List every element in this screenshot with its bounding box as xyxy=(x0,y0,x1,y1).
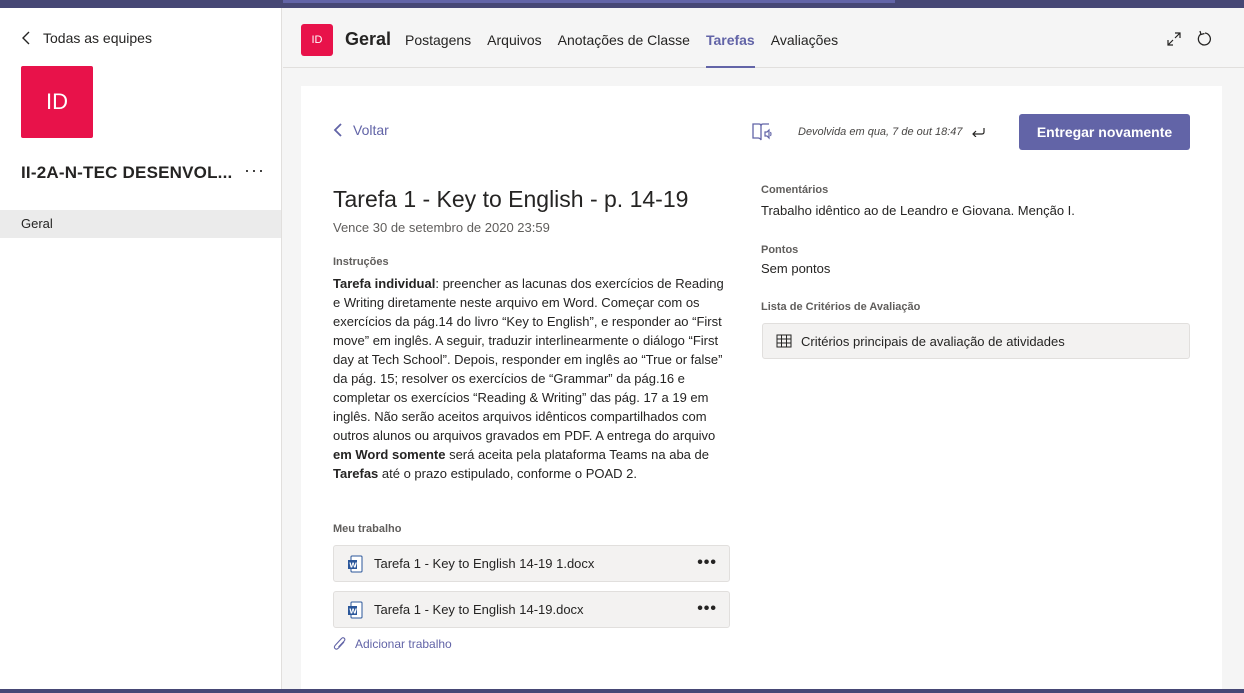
channel-tabs: Postagens Arquivos Anotações de Classe T… xyxy=(405,32,838,68)
file-more-options-button[interactable]: ••• xyxy=(697,600,717,618)
points-label: Pontos xyxy=(761,244,799,256)
refresh-icon[interactable] xyxy=(1196,30,1214,48)
svg-text:W: W xyxy=(349,561,357,569)
add-work-button[interactable]: Adicionar trabalho xyxy=(333,636,452,652)
search-bar[interactable] xyxy=(283,0,895,3)
comments-value: Trabalho idêntico ao de Leandro e Giovan… xyxy=(761,203,1075,218)
immersive-reader-icon[interactable] xyxy=(751,121,773,143)
team-name: II-2A-N-TEC DESENVOL... xyxy=(21,163,233,182)
paperclip-icon xyxy=(333,637,346,650)
rubric-item[interactable]: Critérios principais de avaliação de ati… xyxy=(762,323,1190,359)
chevron-left-icon xyxy=(333,123,342,137)
tab-anotacoes-de-classe[interactable]: Anotações de Classe xyxy=(558,32,690,68)
resubmit-button[interactable]: Entregar novamente xyxy=(1019,114,1190,150)
word-file-icon: W xyxy=(348,555,363,572)
all-teams-link[interactable]: Todas as equipes xyxy=(21,30,152,46)
back-label: Voltar xyxy=(353,122,389,138)
expand-icon[interactable] xyxy=(1165,30,1183,48)
add-work-label: Adicionar trabalho xyxy=(355,637,452,651)
all-teams-label: Todas as equipes xyxy=(43,30,152,46)
attached-file[interactable]: W Tarefa 1 - Key to English 14-19 1.docx… xyxy=(333,545,730,582)
file-name: Tarefa 1 - Key to English 14-19.docx xyxy=(374,602,584,617)
team-sidebar: Todas as equipes ID II-2A-N-TEC DESENVOL… xyxy=(0,8,282,689)
instructions-part2: será aceita pela plataforma Teams na aba… xyxy=(445,447,709,462)
assignment-title: Tarefa 1 - Key to English - p. 14-19 xyxy=(333,186,689,212)
file-more-options-button[interactable]: ••• xyxy=(697,554,717,572)
chevron-left-icon xyxy=(22,31,30,45)
grid-rubric-icon xyxy=(776,334,792,348)
comments-label: Comentários xyxy=(761,184,829,196)
points-value: Sem pontos xyxy=(761,261,831,276)
word-file-icon: W xyxy=(348,601,363,618)
rubric-list-label: Lista de Critérios de Avaliação xyxy=(761,301,921,313)
instructions-text: Tarefa individual: preencher as lacunas … xyxy=(333,274,733,483)
team-more-options-button[interactable]: ··· xyxy=(244,160,265,181)
svg-text:W: W xyxy=(349,607,357,615)
tab-avaliacoes[interactable]: Avaliações xyxy=(771,32,838,68)
my-work-label: Meu trabalho xyxy=(333,523,402,535)
channel-header: ID Geral Postagens Arquivos Anotações de… xyxy=(283,8,1244,68)
rubric-name: Critérios principais de avaliação de ati… xyxy=(801,333,1065,349)
app-top-bar xyxy=(0,0,1244,8)
instructions-bold-tarefas: Tarefas xyxy=(333,466,379,481)
tab-postagens[interactable]: Postagens xyxy=(405,32,471,68)
returned-text: Devolvida em qua, 7 de out 18:47 xyxy=(798,126,963,138)
instructions-bold-word: em Word somente xyxy=(333,447,446,462)
instructions-bold-intro: Tarefa individual xyxy=(333,276,436,291)
returned-status: Devolvida em qua, 7 de out 18:47 xyxy=(798,126,985,138)
assignment-card: Voltar Devolvida em qua, 7 de out 18:47 … xyxy=(301,86,1222,693)
channel-title: Geral xyxy=(345,29,392,49)
tab-arquivos[interactable]: Arquivos xyxy=(487,32,541,68)
team-avatar: ID xyxy=(21,66,93,138)
back-button[interactable]: Voltar xyxy=(333,122,389,138)
instructions-label: Instruções xyxy=(333,256,389,268)
due-date: Vence 30 de setembro de 2020 23:59 xyxy=(333,220,550,235)
app-bottom-bar xyxy=(0,689,1244,693)
sidebar-item-geral[interactable]: Geral xyxy=(0,210,281,238)
instructions-part1: : preencher as lacunas dos exercícios de… xyxy=(333,276,724,443)
return-arrow-icon xyxy=(971,128,985,137)
tab-tarefas[interactable]: Tarefas xyxy=(705,32,755,68)
file-name: Tarefa 1 - Key to English 14-19 1.docx xyxy=(374,556,595,571)
instructions-part3: até o prazo estipulado, conforme o POAD … xyxy=(378,466,637,481)
channel-avatar: ID xyxy=(301,24,333,56)
attached-file[interactable]: W Tarefa 1 - Key to English 14-19.docx •… xyxy=(333,591,730,628)
